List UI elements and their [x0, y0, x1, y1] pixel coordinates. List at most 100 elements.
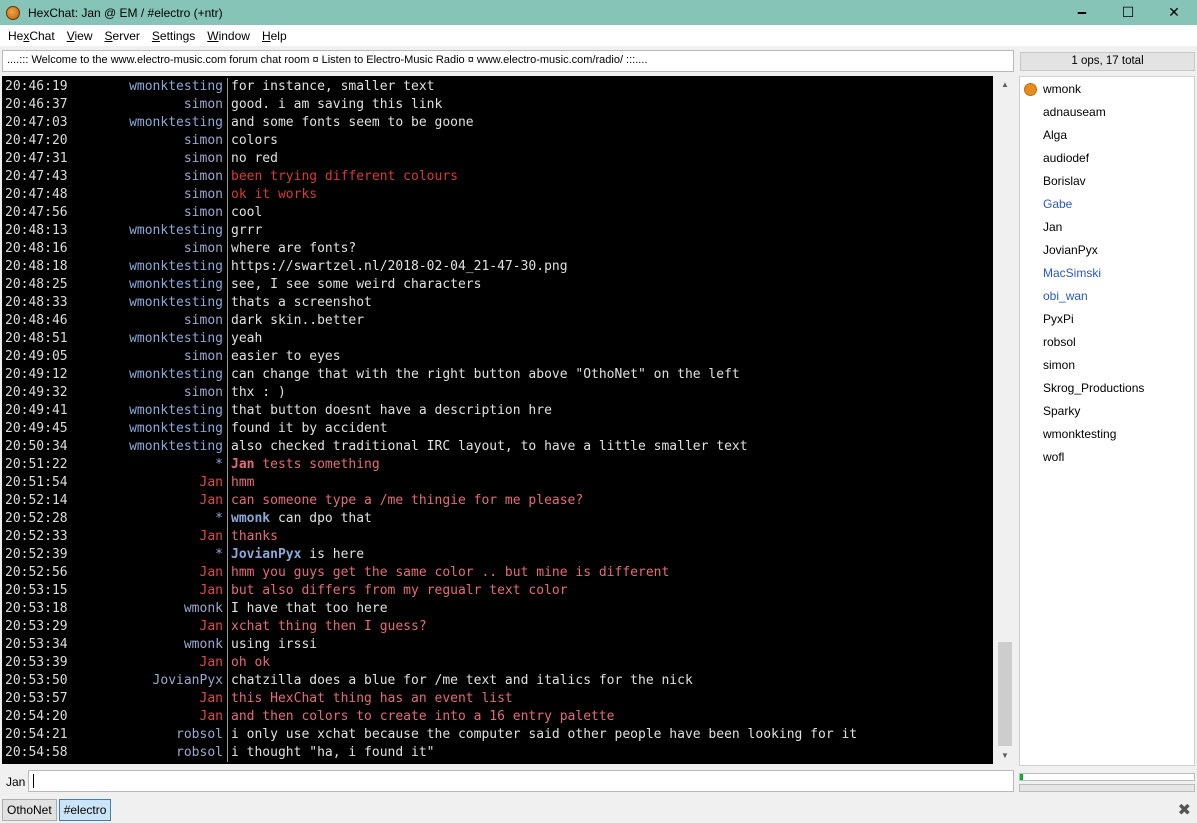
user-jovianpyx[interactable]: JovianPyx	[1020, 239, 1194, 262]
user-skrog_productions[interactable]: Skrog_Productions	[1020, 377, 1194, 400]
timestamp: 20:49:32	[5, 385, 68, 400]
chat-nick[interactable]: Jan	[70, 708, 228, 726]
chat-nick[interactable]: Jan	[70, 654, 228, 672]
chat-nick[interactable]: wmonktesting	[70, 78, 228, 96]
user-robsol[interactable]: robsol	[1020, 331, 1194, 354]
chat-nick[interactable]: Jan	[70, 474, 228, 492]
user-gabe[interactable]: Gabe	[1020, 193, 1194, 216]
user-alga[interactable]: Alga	[1020, 124, 1194, 147]
chat-nick[interactable]: Jan	[70, 582, 228, 600]
chat-nick[interactable]: wmonktesting	[70, 258, 228, 276]
chat-nick[interactable]: simon	[70, 348, 228, 366]
chat-nick[interactable]: wmonk	[70, 636, 228, 654]
user-jan[interactable]: Jan	[1020, 216, 1194, 239]
chat-line: 20:52:28 * wmonk can dpo that	[2, 510, 993, 528]
user-sparky[interactable]: Sparky	[1020, 400, 1194, 423]
chat-nick[interactable]: *	[70, 510, 228, 528]
chat-nick[interactable]: simon	[70, 204, 228, 222]
chat-nick[interactable]: robsol	[70, 744, 228, 762]
chat-log[interactable]: 20:46:19 wmonktesting for instance, smalle…	[2, 76, 993, 764]
chat-nick[interactable]: wmonktesting	[70, 366, 228, 384]
chat-message: where are fonts?	[231, 241, 357, 256]
scroll-up-arrow-icon[interactable]: ▲	[996, 76, 1014, 93]
chat-nick[interactable]: simon	[70, 96, 228, 114]
chat-nick[interactable]: robsol	[70, 726, 228, 744]
timestamp: 20:48:46	[5, 313, 68, 328]
user-wmonk[interactable]: wmonk	[1020, 78, 1194, 101]
timestamp: 20:48:18	[5, 259, 68, 274]
timestamp: 20:47:20	[5, 133, 68, 148]
chat-nick[interactable]: simon	[70, 132, 228, 150]
chat-nick[interactable]: Jan	[70, 564, 228, 582]
chat-nick[interactable]: wmonktesting	[70, 420, 228, 438]
chat-message: easier to eyes	[231, 349, 341, 364]
tab-othonet[interactable]: OthoNet	[2, 799, 57, 821]
chat-message: ok it works	[231, 187, 318, 202]
chat-nick[interactable]: wmonktesting	[70, 294, 228, 312]
action-actor[interactable]: wmonk	[231, 511, 270, 526]
menu-window[interactable]: Window	[201, 29, 256, 43]
user-wofl[interactable]: wofl	[1020, 446, 1194, 469]
user-adnauseam[interactable]: adnauseam	[1020, 101, 1194, 124]
message-input[interactable]	[28, 770, 1014, 792]
chat-message: this HexChat thing has an event list	[231, 691, 513, 706]
maximize-button[interactable]: ☐	[1105, 0, 1151, 25]
user-borislav[interactable]: Borislav	[1020, 170, 1194, 193]
topic-field[interactable]: ....::: Welcome to the www.electro-music…	[2, 50, 1014, 72]
chat-scrollbar[interactable]: ▲ ▼	[996, 76, 1014, 764]
chat-nick[interactable]: wmonktesting	[70, 222, 228, 240]
chat-nick[interactable]: wmonktesting	[70, 276, 228, 294]
op-status-icon	[1024, 83, 1037, 96]
user-audiodef[interactable]: audiodef	[1020, 147, 1194, 170]
chat-nick[interactable]: Jan	[70, 528, 228, 546]
chat-line: 20:48:46 simon dark skin..better	[2, 312, 993, 330]
chat-nick[interactable]: simon	[70, 312, 228, 330]
menu-hexchat[interactable]: HexChat	[2, 29, 61, 43]
minimize-button[interactable]: 🗕	[1059, 0, 1105, 25]
action-actor[interactable]: Jan	[231, 457, 254, 472]
chat-nick[interactable]: simon	[70, 168, 228, 186]
timestamp: 20:48:16	[5, 241, 68, 256]
menu-settings[interactable]: Settings	[146, 29, 201, 43]
menu-help[interactable]: Help	[256, 29, 293, 43]
user-pyxpi[interactable]: PyxPi	[1020, 308, 1194, 331]
chat-nick[interactable]: simon	[70, 186, 228, 204]
timestamp: 20:52:56	[5, 565, 68, 580]
chat-nick[interactable]: wmonktesting	[70, 438, 228, 456]
chat-nick[interactable]: wmonktesting	[70, 114, 228, 132]
user-obi_wan[interactable]: obi_wan	[1020, 285, 1194, 308]
user-macsimski[interactable]: MacSimski	[1020, 262, 1194, 285]
close-tab-icon[interactable]: ✖	[1178, 800, 1191, 820]
user-name: wofl	[1043, 450, 1065, 464]
user-list[interactable]: wmonk adnauseam Alga audiodef Borislav Gabe Ja…	[1019, 76, 1195, 766]
scrollbar-thumb[interactable]	[998, 642, 1012, 746]
user-name: Alga	[1043, 128, 1068, 142]
chat-nick[interactable]: simon	[70, 240, 228, 258]
chat-nick[interactable]: wmonk	[70, 600, 228, 618]
chat-nick[interactable]: wmonktesting	[70, 402, 228, 420]
user-simon[interactable]: simon	[1020, 354, 1194, 377]
menu-view[interactable]: View	[61, 29, 99, 43]
chat-line: 20:48:25 wmonktesting see, I see some weir…	[2, 276, 993, 294]
scroll-down-arrow-icon[interactable]: ▼	[996, 747, 1014, 764]
chat-line: 20:46:37 simon good. i am saving this link	[2, 96, 993, 114]
action-actor[interactable]: JovianPyx	[231, 547, 301, 562]
chat-nick[interactable]: wmonktesting	[70, 330, 228, 348]
menu-server[interactable]: Server	[99, 29, 146, 43]
chat-nick[interactable]: Jan	[70, 618, 228, 636]
nick-button[interactable]: Jan	[6, 775, 25, 789]
chat-nick[interactable]: Jan	[70, 690, 228, 708]
user-wmonktesting[interactable]: wmonktesting	[1020, 423, 1194, 446]
chat-nick[interactable]: simon	[70, 384, 228, 402]
chat-nick[interactable]: Jan	[70, 492, 228, 510]
close-window-button[interactable]: ✕	[1151, 0, 1197, 25]
window-controls: 🗕 ☐ ✕	[1059, 0, 1197, 25]
user-name: Skrog_Productions	[1043, 381, 1145, 395]
timestamp: 20:48:51	[5, 331, 68, 346]
chat-nick[interactable]: *	[70, 546, 228, 564]
chat-message: colors	[231, 133, 278, 148]
chat-nick[interactable]: simon	[70, 150, 228, 168]
chat-nick[interactable]: JovianPyx	[70, 672, 228, 690]
chat-nick[interactable]: *	[70, 456, 228, 474]
tab-electro[interactable]: #electro	[58, 799, 112, 821]
